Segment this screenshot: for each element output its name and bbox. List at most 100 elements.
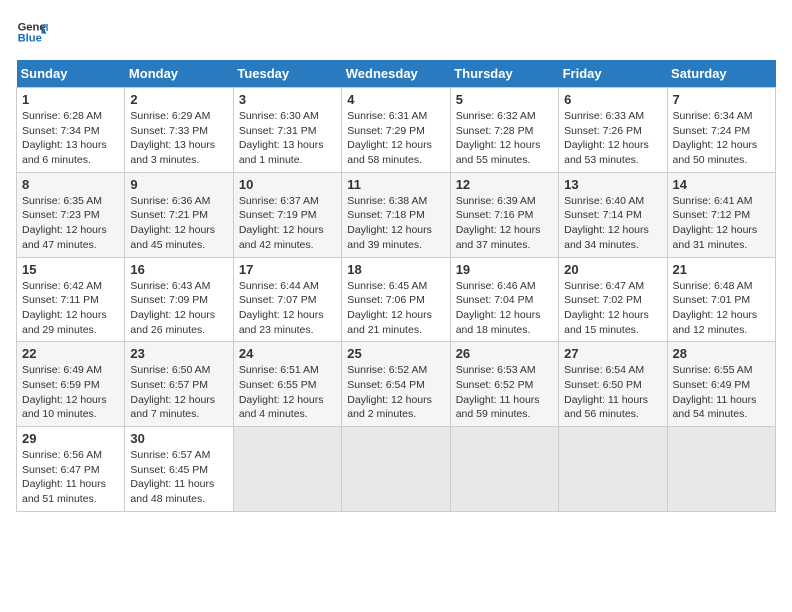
day-info: Sunrise: 6:38 AMSunset: 7:18 PMDaylight:… bbox=[347, 194, 444, 253]
day-number: 20 bbox=[564, 262, 661, 277]
calendar-cell: 9 Sunrise: 6:36 AMSunset: 7:21 PMDaylight… bbox=[125, 172, 233, 257]
day-number: 2 bbox=[130, 92, 227, 107]
day-header-sunday: Sunday bbox=[17, 60, 125, 88]
day-info: Sunrise: 6:31 AMSunset: 7:29 PMDaylight:… bbox=[347, 109, 444, 168]
calendar-week-1: 1 Sunrise: 6:28 AMSunset: 7:34 PMDaylight… bbox=[17, 88, 776, 173]
day-info: Sunrise: 6:37 AMSunset: 7:19 PMDaylight:… bbox=[239, 194, 336, 253]
calendar-cell bbox=[342, 427, 450, 512]
day-number: 30 bbox=[130, 431, 227, 446]
day-info: Sunrise: 6:36 AMSunset: 7:21 PMDaylight:… bbox=[130, 194, 227, 253]
day-number: 26 bbox=[456, 346, 553, 361]
day-number: 18 bbox=[347, 262, 444, 277]
day-header-saturday: Saturday bbox=[667, 60, 775, 88]
day-info: Sunrise: 6:54 AMSunset: 6:50 PMDaylight:… bbox=[564, 363, 661, 422]
calendar-week-3: 15 Sunrise: 6:42 AMSunset: 7:11 PMDayligh… bbox=[17, 257, 776, 342]
calendar-cell: 7Sunrise: 6:34 AMSunset: 7:24 PMDaylight… bbox=[667, 88, 775, 173]
calendar-cell: 13Sunrise: 6:40 AMSunset: 7:14 PMDayligh… bbox=[559, 172, 667, 257]
day-info: Sunrise: 6:53 AMSunset: 6:52 PMDaylight:… bbox=[456, 363, 553, 422]
day-info: Sunrise: 6:29 AMSunset: 7:33 PMDaylight:… bbox=[130, 109, 227, 168]
calendar-week-2: 8 Sunrise: 6:35 AMSunset: 7:23 PMDaylight… bbox=[17, 172, 776, 257]
calendar-cell: 10 Sunrise: 6:37 AMSunset: 7:19 PMDayligh… bbox=[233, 172, 341, 257]
day-number: 3 bbox=[239, 92, 336, 107]
calendar-cell: 28 Sunrise: 6:55 AMSunset: 6:49 PMDayligh… bbox=[667, 342, 775, 427]
calendar-cell: 18 Sunrise: 6:45 AMSunset: 7:06 PMDayligh… bbox=[342, 257, 450, 342]
calendar-cell: 24 Sunrise: 6:51 AMSunset: 6:55 PMDayligh… bbox=[233, 342, 341, 427]
day-number: 6 bbox=[564, 92, 661, 107]
calendar-cell: 30 Sunrise: 6:57 AMSunset: 6:45 PMDayligh… bbox=[125, 427, 233, 512]
day-info: Sunrise: 6:44 AMSunset: 7:07 PMDaylight:… bbox=[239, 279, 336, 338]
day-number: 12 bbox=[456, 177, 553, 192]
day-number: 28 bbox=[673, 346, 770, 361]
day-info: Sunrise: 6:52 AMSunset: 6:54 PMDaylight:… bbox=[347, 363, 444, 422]
day-info: Sunrise: 6:57 AMSunset: 6:45 PMDaylight:… bbox=[130, 448, 227, 507]
day-number: 5 bbox=[456, 92, 553, 107]
logo: General Blue bbox=[16, 16, 52, 48]
day-number: 11 bbox=[347, 177, 444, 192]
calendar-cell: 25 Sunrise: 6:52 AMSunset: 6:54 PMDayligh… bbox=[342, 342, 450, 427]
calendar-cell: 6 Sunrise: 6:33 AMSunset: 7:26 PMDaylight… bbox=[559, 88, 667, 173]
day-number: 24 bbox=[239, 346, 336, 361]
day-number: 25 bbox=[347, 346, 444, 361]
day-info: Sunrise: 6:32 AMSunset: 7:28 PMDaylight:… bbox=[456, 109, 553, 168]
calendar-cell: 22 Sunrise: 6:49 AMSunset: 6:59 PMDayligh… bbox=[17, 342, 125, 427]
calendar-cell: 16 Sunrise: 6:43 AMSunset: 7:09 PMDayligh… bbox=[125, 257, 233, 342]
calendar-cell: 11 Sunrise: 6:38 AMSunset: 7:18 PMDayligh… bbox=[342, 172, 450, 257]
day-number: 9 bbox=[130, 177, 227, 192]
calendar-cell: 19 Sunrise: 6:46 AMSunset: 7:04 PMDayligh… bbox=[450, 257, 558, 342]
day-info: Sunrise: 6:50 AMSunset: 6:57 PMDaylight:… bbox=[130, 363, 227, 422]
calendar-cell: 27Sunrise: 6:54 AMSunset: 6:50 PMDayligh… bbox=[559, 342, 667, 427]
calendar-cell bbox=[559, 427, 667, 512]
day-number: 21 bbox=[673, 262, 770, 277]
calendar-cell: 4 Sunrise: 6:31 AMSunset: 7:29 PMDaylight… bbox=[342, 88, 450, 173]
calendar-cell: 23 Sunrise: 6:50 AMSunset: 6:57 PMDayligh… bbox=[125, 342, 233, 427]
svg-text:Blue: Blue bbox=[18, 33, 42, 45]
day-number: 7 bbox=[673, 92, 770, 107]
day-header-monday: Monday bbox=[125, 60, 233, 88]
day-info: Sunrise: 6:41 AMSunset: 7:12 PMDaylight:… bbox=[673, 194, 770, 253]
calendar-cell: 2 Sunrise: 6:29 AMSunset: 7:33 PMDaylight… bbox=[125, 88, 233, 173]
day-info: Sunrise: 6:42 AMSunset: 7:11 PMDaylight:… bbox=[22, 279, 119, 338]
calendar-week-5: 29Sunrise: 6:56 AMSunset: 6:47 PMDayligh… bbox=[17, 427, 776, 512]
day-info: Sunrise: 6:49 AMSunset: 6:59 PMDaylight:… bbox=[22, 363, 119, 422]
day-number: 14 bbox=[673, 177, 770, 192]
day-info: Sunrise: 6:48 AMSunset: 7:01 PMDaylight:… bbox=[673, 279, 770, 338]
day-number: 17 bbox=[239, 262, 336, 277]
day-number: 4 bbox=[347, 92, 444, 107]
calendar-cell: 21 Sunrise: 6:48 AMSunset: 7:01 PMDayligh… bbox=[667, 257, 775, 342]
day-number: 19 bbox=[456, 262, 553, 277]
calendar-cell: 3Sunrise: 6:30 AMSunset: 7:31 PMDaylight… bbox=[233, 88, 341, 173]
calendar-cell: 29Sunrise: 6:56 AMSunset: 6:47 PMDayligh… bbox=[17, 427, 125, 512]
day-header-wednesday: Wednesday bbox=[342, 60, 450, 88]
day-info: Sunrise: 6:43 AMSunset: 7:09 PMDaylight:… bbox=[130, 279, 227, 338]
calendar-cell: 17 Sunrise: 6:44 AMSunset: 7:07 PMDayligh… bbox=[233, 257, 341, 342]
day-header-thursday: Thursday bbox=[450, 60, 558, 88]
day-number: 1 bbox=[22, 92, 119, 107]
page-header: General Blue bbox=[16, 16, 776, 48]
day-info: Sunrise: 6:56 AMSunset: 6:47 PMDaylight:… bbox=[22, 448, 119, 507]
day-info: Sunrise: 6:28 AMSunset: 7:34 PMDaylight:… bbox=[22, 109, 119, 168]
logo-icon: General Blue bbox=[16, 16, 48, 48]
day-number: 22 bbox=[22, 346, 119, 361]
day-info: Sunrise: 6:46 AMSunset: 7:04 PMDaylight:… bbox=[456, 279, 553, 338]
day-number: 16 bbox=[130, 262, 227, 277]
day-number: 23 bbox=[130, 346, 227, 361]
day-info: Sunrise: 6:40 AMSunset: 7:14 PMDaylight:… bbox=[564, 194, 661, 253]
day-info: Sunrise: 6:33 AMSunset: 7:26 PMDaylight:… bbox=[564, 109, 661, 168]
calendar-week-4: 22 Sunrise: 6:49 AMSunset: 6:59 PMDayligh… bbox=[17, 342, 776, 427]
day-info: Sunrise: 6:55 AMSunset: 6:49 PMDaylight:… bbox=[673, 363, 770, 422]
day-info: Sunrise: 6:51 AMSunset: 6:55 PMDaylight:… bbox=[239, 363, 336, 422]
day-number: 8 bbox=[22, 177, 119, 192]
day-header-friday: Friday bbox=[559, 60, 667, 88]
calendar-cell bbox=[667, 427, 775, 512]
day-info: Sunrise: 6:45 AMSunset: 7:06 PMDaylight:… bbox=[347, 279, 444, 338]
calendar-cell: 14 Sunrise: 6:41 AMSunset: 7:12 PMDayligh… bbox=[667, 172, 775, 257]
day-number: 15 bbox=[22, 262, 119, 277]
calendar-cell: 5 Sunrise: 6:32 AMSunset: 7:28 PMDaylight… bbox=[450, 88, 558, 173]
calendar-cell: 15 Sunrise: 6:42 AMSunset: 7:11 PMDayligh… bbox=[17, 257, 125, 342]
day-info: Sunrise: 6:35 AMSunset: 7:23 PMDaylight:… bbox=[22, 194, 119, 253]
calendar-cell: 26 Sunrise: 6:53 AMSunset: 6:52 PMDayligh… bbox=[450, 342, 558, 427]
calendar-table: SundayMondayTuesdayWednesdayThursdayFrid… bbox=[16, 60, 776, 512]
calendar-cell: 12Sunrise: 6:39 AMSunset: 7:16 PMDayligh… bbox=[450, 172, 558, 257]
day-number: 10 bbox=[239, 177, 336, 192]
calendar-header-row: SundayMondayTuesdayWednesdayThursdayFrid… bbox=[17, 60, 776, 88]
